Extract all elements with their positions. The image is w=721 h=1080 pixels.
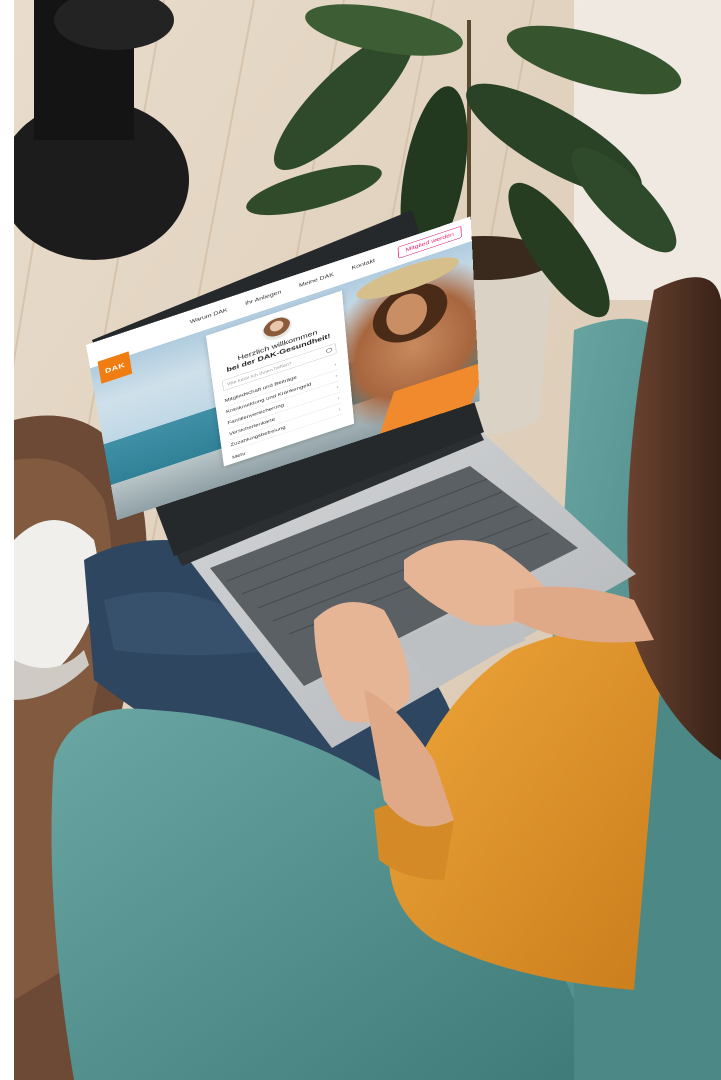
nav-item-meine-dak[interactable]: Meine DAK — [299, 272, 334, 289]
nav-item-anliegen[interactable]: Ihr Anliegen — [245, 289, 282, 307]
scene: Warum DAK Ihr Anliegen Meine DAK Kontakt… — [0, 0, 721, 1080]
photo — [14, 0, 721, 1080]
photo-illustration — [14, 0, 721, 1080]
more-link[interactable]: Mehr — [232, 451, 246, 460]
search-icon[interactable] — [325, 347, 333, 354]
nav-item-kontakt[interactable]: Kontakt — [351, 258, 375, 271]
nav-item-warum-dak[interactable]: Warum DAK — [189, 307, 227, 325]
